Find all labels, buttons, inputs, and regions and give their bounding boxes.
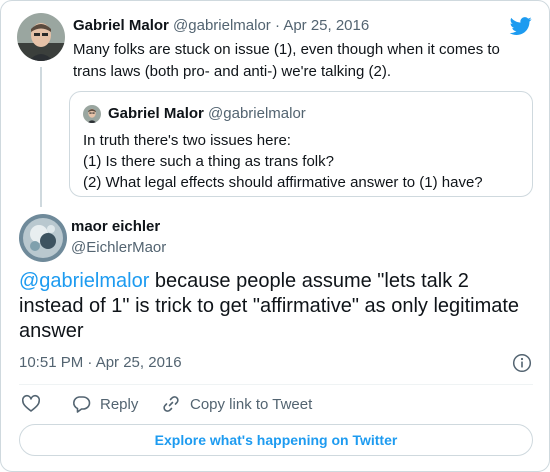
action-divider [19, 384, 533, 385]
tweet-timestamp[interactable]: 10:51 PM · Apr 25, 2016 [19, 353, 182, 373]
header-separator: · [274, 17, 280, 34]
parent-author-avatar[interactable] [17, 13, 65, 61]
reply-button[interactable]: Reply [71, 393, 138, 415]
main-display-name[interactable]: maor eichler [71, 217, 160, 237]
thread-connector-line [40, 67, 42, 207]
info-icon[interactable] [512, 353, 532, 373]
tweet-embed-card: Gabriel Malor @gabrielmalor · Apr 25, 20… [0, 0, 550, 472]
quoted-tweet[interactable]: Gabriel Malor @gabrielmalor In truth the… [69, 91, 533, 197]
parent-tweet-header: Gabriel Malor @gabrielmalor · Apr 25, 20… [73, 16, 369, 36]
main-handle[interactable]: @EichlerMaor [71, 238, 166, 258]
quoted-line: (2) What legal effects should affirmativ… [83, 174, 483, 191]
parent-date-link[interactable]: Apr 25, 2016 [283, 17, 369, 34]
link-icon [163, 396, 179, 412]
parent-handle[interactable]: @gabrielmalor [173, 17, 271, 34]
quoted-tweet-text: In truth there's two issues here: (1) Is… [83, 130, 483, 193]
main-author-avatar[interactable] [19, 214, 67, 262]
like-button[interactable] [21, 393, 41, 415]
quoted-handle: @gabrielmalor [208, 105, 306, 122]
main-tweet-text: @gabrielmalor because people assume "let… [19, 269, 529, 344]
quoted-line: In truth there's two issues here: [83, 132, 291, 149]
quoted-line: (1) Is there such a thing as trans folk? [83, 153, 334, 170]
speech-bubble-icon [73, 396, 91, 413]
quoted-tweet-header: Gabriel Malor @gabrielmalor [108, 104, 306, 124]
parent-display-name[interactable]: Gabriel Malor [73, 17, 169, 34]
heart-icon [21, 394, 41, 412]
explore-twitter-button[interactable]: Explore what's happening on Twitter [19, 424, 533, 456]
copy-link-label: Copy link to Tweet [190, 395, 313, 413]
copy-link-button[interactable]: Copy link to Tweet [161, 393, 312, 415]
quoted-display-name: Gabriel Malor [108, 105, 204, 122]
quoted-author-avatar [83, 105, 101, 123]
twitter-bird-icon[interactable] [509, 15, 533, 37]
reply-label: Reply [100, 395, 139, 413]
parent-tweet-text: Many folks are stuck on issue (1), even … [73, 41, 500, 80]
mention-link[interactable]: @gabrielmalor [19, 270, 149, 292]
